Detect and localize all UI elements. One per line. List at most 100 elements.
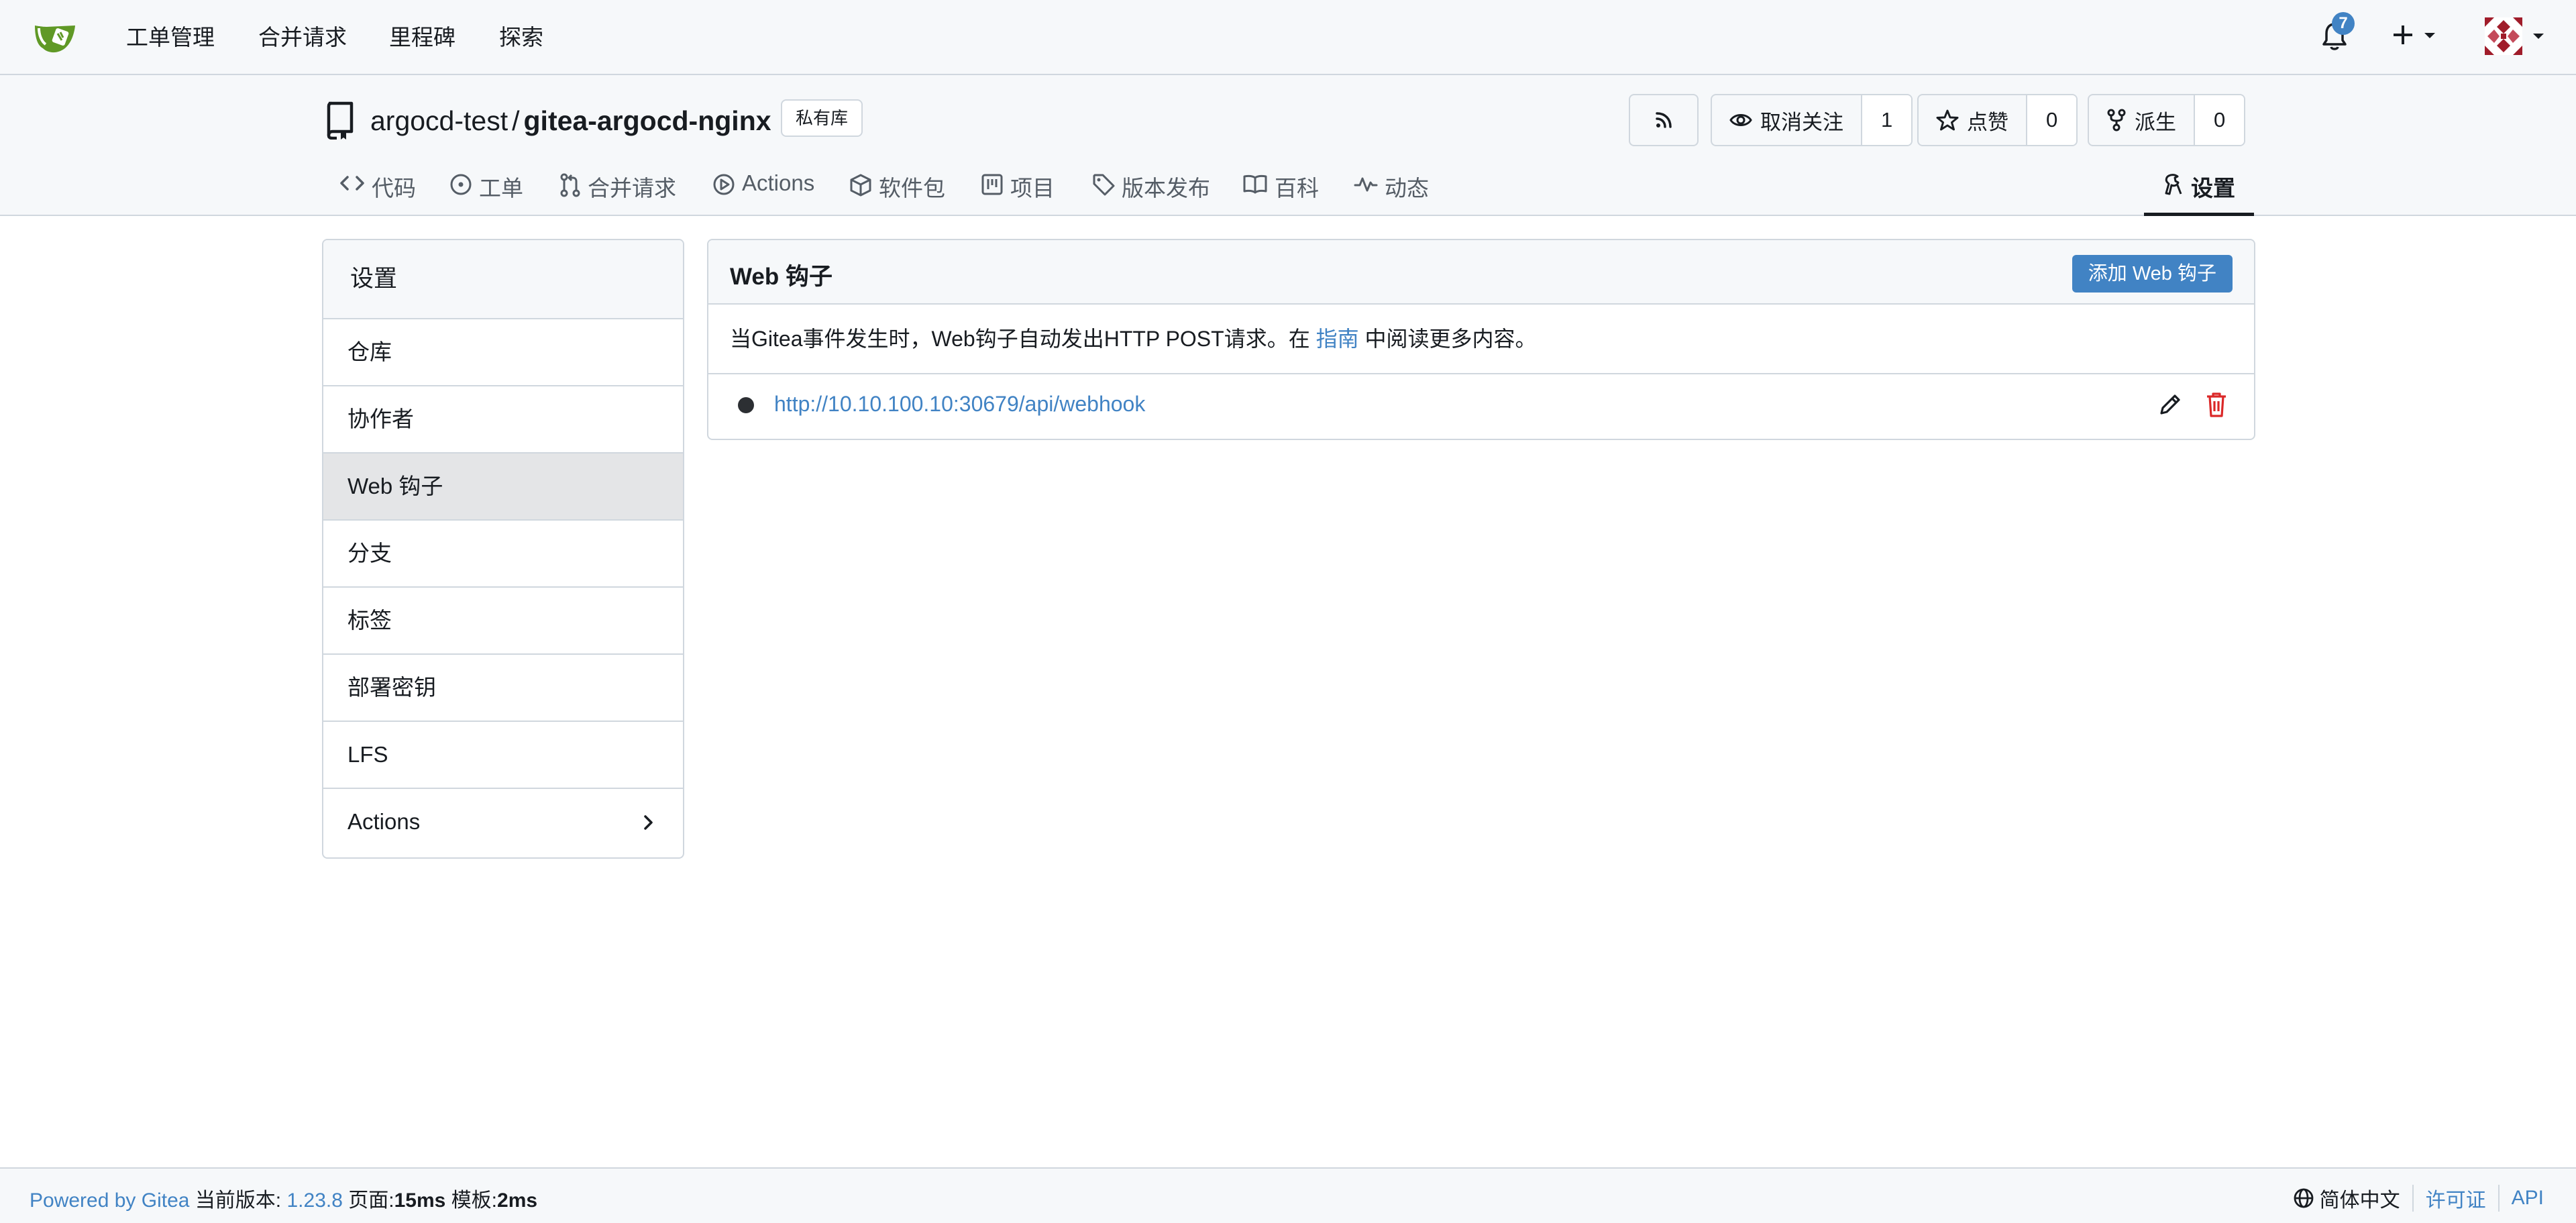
tools-icon	[2165, 174, 2182, 195]
tab-packages-label: 软件包	[879, 176, 945, 201]
webhook-status-dot-icon	[738, 397, 754, 413]
notification-count-badge: 7	[2332, 12, 2355, 35]
package-icon	[850, 174, 871, 197]
star-label: 点赞	[1967, 110, 2008, 134]
fork-label: 派生	[2135, 110, 2176, 134]
footer-left: Powered by Gitea 当前版本: 1.23.8 页面:15ms 模板…	[30, 1183, 537, 1213]
fork-icon	[2107, 109, 2126, 131]
sidebar-item-label: 仓库	[347, 339, 392, 364]
gitea-logo-icon[interactable]	[34, 19, 79, 55]
tab-packages[interactable]: 软件包	[849, 164, 945, 216]
sidebar-item-label: 协作者	[347, 407, 414, 431]
sidebar-item-lfs[interactable]: LFS	[323, 722, 683, 789]
webhooks-description: 当Gitea事件发生时，Web钩子自动发出HTTP POST请求。在 指南 中阅…	[708, 305, 2254, 374]
tab-settings-label: 设置	[2191, 176, 2235, 201]
version-link[interactable]: 1.23.8	[287, 1189, 343, 1212]
project-board-icon	[981, 174, 1003, 195]
tab-wiki[interactable]: 百科	[1242, 164, 1319, 216]
language-selector[interactable]: 简体中文	[2293, 1183, 2400, 1213]
webhooks-desc-suffix: 中阅读更多内容。	[1364, 327, 1537, 351]
sidebar-item-label: 部署密钥	[347, 675, 436, 700]
license-link[interactable]: 许可证	[2426, 1183, 2486, 1213]
nav-pull-requests[interactable]: 合并请求	[258, 24, 347, 51]
globe-icon	[2294, 1188, 2314, 1208]
user-avatar[interactable]	[2483, 17, 2551, 55]
top-navbar: 工单管理 合并请求 里程碑 探索 7	[0, 0, 2576, 75]
webhooks-guide-link[interactable]: 指南	[1316, 327, 1359, 351]
language-label: 简体中文	[2319, 1189, 2400, 1212]
webhooks-panel-header: Web 钩子 添加 Web 钩子	[708, 240, 2254, 305]
code-icon	[340, 176, 364, 191]
tab-actions-label: Actions	[742, 170, 815, 195]
tag-icon	[1093, 174, 1115, 196]
eye-icon	[1729, 114, 1752, 126]
tab-actions[interactable]: Actions	[712, 164, 814, 216]
page-time-label: 页面:	[348, 1189, 394, 1212]
sidebar-item-tags[interactable]: 标签	[323, 588, 683, 655]
unwatch-button-group: 取消关注 1	[1711, 94, 1913, 146]
star-icon	[1936, 109, 1959, 131]
nav-milestones[interactable]: 里程碑	[389, 24, 455, 51]
tab-issues[interactable]: 工单	[449, 164, 523, 216]
repo-owner-link[interactable]: argocd-test	[370, 105, 508, 136]
tab-activity[interactable]: 动态	[1354, 164, 1429, 216]
repo-title: argocd-test / gitea-argocd-nginx	[370, 105, 771, 137]
nav-explore[interactable]: 探索	[499, 24, 543, 51]
tab-activity-label: 动态	[1385, 176, 1429, 201]
webhooks-panel: Web 钩子 添加 Web 钩子 当Gitea事件发生时，Web钩子自动发出HT…	[707, 239, 2255, 440]
fork-button-group: 派生 0	[2088, 94, 2246, 146]
watch-count[interactable]: 1	[1861, 95, 1912, 145]
star-button-group: 点赞 0	[1917, 94, 2078, 146]
sidebar-item-webhooks[interactable]: Web 钩子	[323, 454, 683, 521]
webhook-list-item: http://10.10.100.10:30679/api/webhook	[708, 374, 2254, 439]
tab-projects-label: 项目	[1010, 176, 1055, 201]
sidebar-item-branches[interactable]: 分支	[323, 521, 683, 588]
fork-button[interactable]: 派生	[2089, 95, 2194, 145]
sidebar-item-label: Actions	[347, 809, 421, 834]
tab-wiki-label: 百科	[1275, 176, 1319, 201]
create-plus-icon[interactable]	[2390, 19, 2443, 51]
fork-count[interactable]: 0	[2194, 95, 2245, 145]
tab-pull-requests-label: 合并请求	[588, 176, 676, 201]
tab-code[interactable]: 代码	[339, 164, 416, 216]
star-button[interactable]: 点赞	[1919, 95, 2026, 145]
pencil-icon[interactable]	[2157, 392, 2183, 417]
sidebar-item-repository[interactable]: 仓库	[323, 319, 683, 386]
webhook-url-link[interactable]: http://10.10.100.10:30679/api/webhook	[774, 392, 1145, 417]
rss-icon	[1656, 112, 1672, 128]
unwatch-button[interactable]: 取消关注	[1712, 95, 1861, 145]
sidebar-item-deploy-keys[interactable]: 部署密钥	[323, 655, 683, 722]
settings-sidebar: 设置 仓库 协作者 Web 钩子 分支 标签 部署密钥 LFS Actions	[322, 239, 684, 859]
footer-right: 简体中文 许可证 API	[2293, 1183, 2544, 1213]
nav-issues[interactable]: 工单管理	[126, 24, 215, 51]
tab-projects[interactable]: 项目	[981, 164, 1055, 216]
star-count[interactable]: 0	[2026, 95, 2077, 145]
add-webhook-button[interactable]: 添加 Web 钩子	[2072, 255, 2233, 293]
tab-pull-requests[interactable]: 合并请求	[559, 164, 676, 216]
webhooks-title: Web 钩子	[730, 264, 833, 290]
book-icon	[1243, 174, 1267, 194]
sidebar-item-label: 标签	[347, 608, 392, 633]
unwatch-label: 取消关注	[1760, 110, 1843, 134]
sidebar-item-collaborators[interactable]: 协作者	[323, 386, 683, 454]
chevron-right-icon	[644, 815, 653, 830]
sidebar-item-actions[interactable]: Actions	[323, 789, 683, 856]
powered-by-link[interactable]: Powered by Gitea	[30, 1189, 189, 1212]
play-circle-icon	[713, 174, 735, 195]
rss-button[interactable]	[1629, 94, 1699, 146]
footer-divider	[2498, 1185, 2500, 1212]
api-link[interactable]: API	[2512, 1187, 2544, 1210]
trash-icon[interactable]	[2204, 390, 2229, 419]
tab-releases[interactable]: 版本发布	[1092, 164, 1210, 216]
page-time: 15ms	[394, 1189, 446, 1212]
tab-issues-label: 工单	[479, 176, 523, 201]
repo-name-link[interactable]: gitea-argocd-nginx	[524, 105, 771, 136]
version-label: 当前版本:	[195, 1189, 282, 1212]
tab-settings[interactable]: 设置	[2144, 164, 2254, 216]
repo-icon	[327, 101, 354, 140]
template-time-label: 模板:	[451, 1189, 498, 1212]
repo-header: argocd-test / gitea-argocd-nginx 私有库 取消关注 …	[0, 75, 2576, 216]
sidebar-item-label: 分支	[347, 541, 392, 566]
footer-divider	[2412, 1185, 2414, 1212]
sidebar-item-label: LFS	[347, 742, 388, 767]
